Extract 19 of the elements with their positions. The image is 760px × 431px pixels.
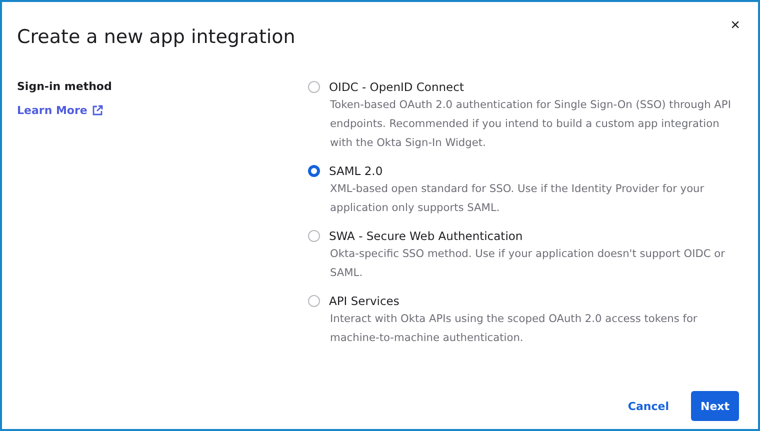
option-description: XML-based open standard for SSO. Use if the Identity Provider for your application only supports SAML. bbox=[330, 182, 706, 216]
radio-button[interactable] bbox=[308, 230, 320, 242]
option-description: Token-based OAuth 2.0 authentication for Single Sign-On (SSO) through API endpoints. Recommended if you intend to build a custom app integration with the Okta Sign-In Widget. bbox=[330, 98, 732, 151]
close-button[interactable]: × bbox=[730, 17, 740, 35]
option-description: Interact with Okta APIs using the scoped OAuth 2.0 access tokens for machine-to-machine authentication. bbox=[330, 312, 698, 346]
radio-button[interactable] bbox=[308, 80, 320, 92]
cancel-button[interactable]: Cancel bbox=[624, 394, 673, 418]
option-label[interactable]: SAML 2.0 bbox=[329, 164, 383, 178]
option-label[interactable]: API Services bbox=[329, 294, 400, 308]
option-description: Okta-specific SSO method. Use if your application doesn't support OIDC or SAML. bbox=[330, 247, 726, 281]
section-label: Sign-in method bbox=[17, 79, 113, 95]
external-link-icon bbox=[92, 105, 104, 116]
radio-button[interactable] bbox=[308, 164, 320, 176]
option-label[interactable]: OIDC - OpenID Connect bbox=[329, 80, 464, 94]
next-button[interactable]: Next bbox=[691, 391, 739, 421]
dialog-title: Create a new app integration bbox=[17, 26, 296, 50]
option-label[interactable]: SWA - Secure Web Authentication bbox=[329, 228, 523, 242]
learn-more-link[interactable]: Learn More bbox=[17, 104, 104, 117]
radio-button[interactable] bbox=[308, 294, 320, 306]
